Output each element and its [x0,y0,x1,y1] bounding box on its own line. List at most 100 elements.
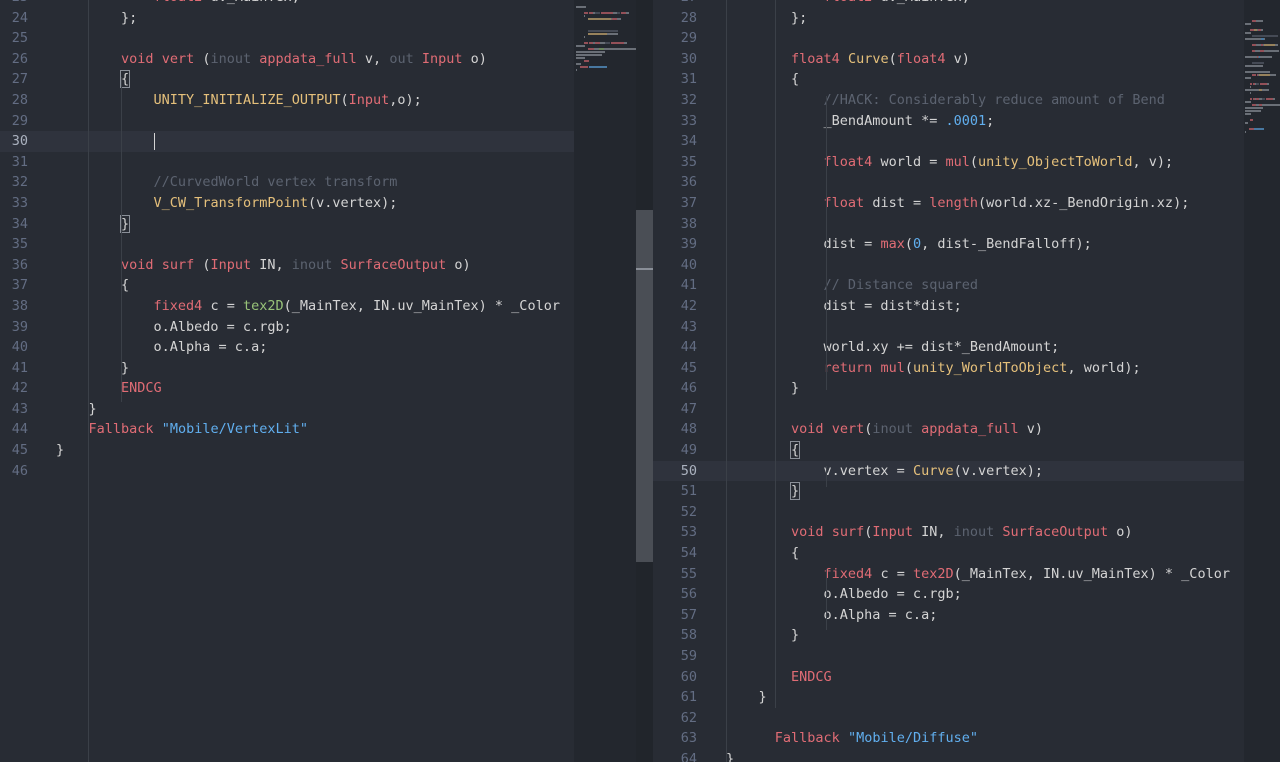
line-number[interactable]: 41 [653,275,697,296]
code-line[interactable]: 34 [653,131,1244,152]
line-number[interactable]: 49 [653,440,697,461]
line-text[interactable]: } [726,751,734,762]
line-number[interactable]: 38 [0,296,28,317]
line-number[interactable]: 40 [0,337,28,358]
line-number[interactable]: 28 [653,8,697,29]
line-text[interactable]: //CurvedWorld vertex transform [56,174,398,190]
line-number[interactable]: 43 [653,317,697,338]
code-line[interactable]: 27 { [0,69,574,90]
code-line[interactable]: 41 } [0,358,574,379]
line-text[interactable]: } [56,401,97,417]
code-line[interactable]: 23 float2 uv_MainTex; [0,0,574,8]
line-text[interactable]: dist = dist*dist; [726,298,962,314]
line-number[interactable]: 38 [653,214,697,235]
code-line[interactable]: 48 void vert(inout appdata_full v) [653,419,1244,440]
code-line[interactable]: 35 float4 world = mul(unity_ObjectToWorl… [653,152,1244,173]
line-number[interactable]: 32 [0,172,28,193]
line-text[interactable]: float2 uv_MainTex; [726,0,970,5]
line-text[interactable] [56,132,155,150]
line-text[interactable]: o.Alpha = c.a; [726,607,938,623]
line-text[interactable]: ENDCG [56,380,162,396]
code-line[interactable]: 33 V_CW_TransformPoint(v.vertex); [0,193,574,214]
line-number[interactable]: 36 [653,172,697,193]
line-number[interactable]: 64 [653,749,697,762]
code-line[interactable]: 38 fixed4 c = tex2D(_MainTex, IN.uv_Main… [0,296,574,317]
code-line[interactable]: 38 [653,214,1244,235]
line-number[interactable]: 28 [0,90,28,111]
left-code-area[interactable]: 23 float2 uv_MainTex;24 };2526 void vert… [0,0,574,481]
line-number[interactable]: 61 [653,687,697,708]
code-line[interactable]: 57 o.Alpha = c.a; [653,605,1244,626]
line-text[interactable]: } [726,482,801,501]
line-number[interactable]: 24 [0,8,28,29]
code-line[interactable]: 44 Fallback "Mobile/VertexLit" [0,419,574,440]
code-line[interactable]: 59 [653,646,1244,667]
code-line[interactable]: 46 [0,461,574,482]
code-line[interactable]: 37 float dist = length(world.xz-_BendOri… [653,193,1244,214]
line-number[interactable]: 40 [653,255,697,276]
line-text[interactable]: void vert (inout appdata_full v, out Inp… [56,51,487,67]
line-number[interactable]: 41 [0,358,28,379]
line-text[interactable]: //HACK: Considerably reduce amount of Be… [726,92,1165,108]
line-number[interactable]: 27 [653,0,697,8]
line-number[interactable]: 44 [0,419,28,440]
line-number[interactable]: 39 [0,317,28,338]
code-line[interactable]: 52 [653,502,1244,523]
code-line[interactable]: 29 [653,28,1244,49]
code-line[interactable]: 62 [653,708,1244,729]
line-number[interactable]: 43 [0,399,28,420]
code-line[interactable]: 40 [653,255,1244,276]
line-number[interactable]: 37 [0,275,28,296]
line-text[interactable]: dist = max(0, dist-_BendFalloff); [726,236,1092,252]
line-number[interactable]: 23 [0,0,28,8]
line-text[interactable]: }; [56,10,137,26]
line-number[interactable]: 55 [653,564,697,585]
line-text[interactable]: } [56,360,129,376]
line-text[interactable]: float2 uv_MainTex; [56,0,300,5]
line-number[interactable]: 54 [653,543,697,564]
right-editor-pane[interactable]: 27 float2 uv_MainTex;28 };2930 float4 Cu… [653,0,1244,762]
line-text[interactable]: { [726,545,799,561]
line-text[interactable]: void vert(inout appdata_full v) [726,421,1043,437]
line-text[interactable]: Fallback "Mobile/Diffuse" [726,730,978,746]
line-text[interactable]: void surf (Input IN, inout SurfaceOutput… [56,257,471,273]
code-line[interactable]: 42 dist = dist*dist; [653,296,1244,317]
left-editor-pane[interactable]: 23 float2 uv_MainTex;24 };2526 void vert… [0,0,574,762]
line-number[interactable]: 62 [653,708,697,729]
line-text[interactable]: o.Albedo = c.rgb; [726,586,962,602]
right-code-area[interactable]: 27 float2 uv_MainTex;28 };2930 float4 Cu… [653,0,1244,762]
line-number[interactable]: 27 [0,69,28,90]
code-line[interactable]: 51 } [653,481,1244,502]
line-number[interactable]: 63 [653,728,697,749]
line-text[interactable]: float4 Curve(float4 v) [726,51,970,67]
code-line[interactable]: 34 } [0,214,574,235]
code-line[interactable]: 49 { [653,440,1244,461]
line-text[interactable]: } [56,442,64,458]
code-line[interactable]: 55 fixed4 c = tex2D(_MainTex, IN.uv_Main… [653,564,1244,585]
code-line[interactable]: 24 }; [0,8,574,29]
line-number[interactable]: 50 [653,461,697,482]
line-number[interactable]: 47 [653,399,697,420]
code-line[interactable]: 32 //CurvedWorld vertex transform [0,172,574,193]
code-line[interactable]: 43 } [0,399,574,420]
line-number[interactable]: 35 [653,152,697,173]
line-number[interactable]: 29 [0,111,28,132]
line-number[interactable]: 33 [0,193,28,214]
code-line[interactable]: 43 [653,317,1244,338]
line-text[interactable]: { [56,70,131,89]
code-line[interactable]: 26 void vert (inout appdata_full v, out … [0,49,574,70]
line-number[interactable]: 25 [0,28,28,49]
line-text[interactable]: V_CW_TransformPoint(v.vertex); [56,195,398,211]
code-line[interactable]: 29 [0,111,574,132]
line-number[interactable]: 34 [0,214,28,235]
right-minimap[interactable] [1244,0,1280,762]
line-number[interactable]: 53 [653,522,697,543]
line-number[interactable]: 29 [653,28,697,49]
line-number[interactable]: 52 [653,502,697,523]
line-text[interactable]: { [56,277,129,293]
line-number[interactable]: 39 [653,234,697,255]
line-text[interactable]: Fallback "Mobile/VertexLit" [56,421,308,437]
code-line[interactable]: 64} [653,749,1244,762]
code-line[interactable]: 37 { [0,275,574,296]
line-text[interactable]: v.vertex = Curve(v.vertex); [726,463,1043,479]
